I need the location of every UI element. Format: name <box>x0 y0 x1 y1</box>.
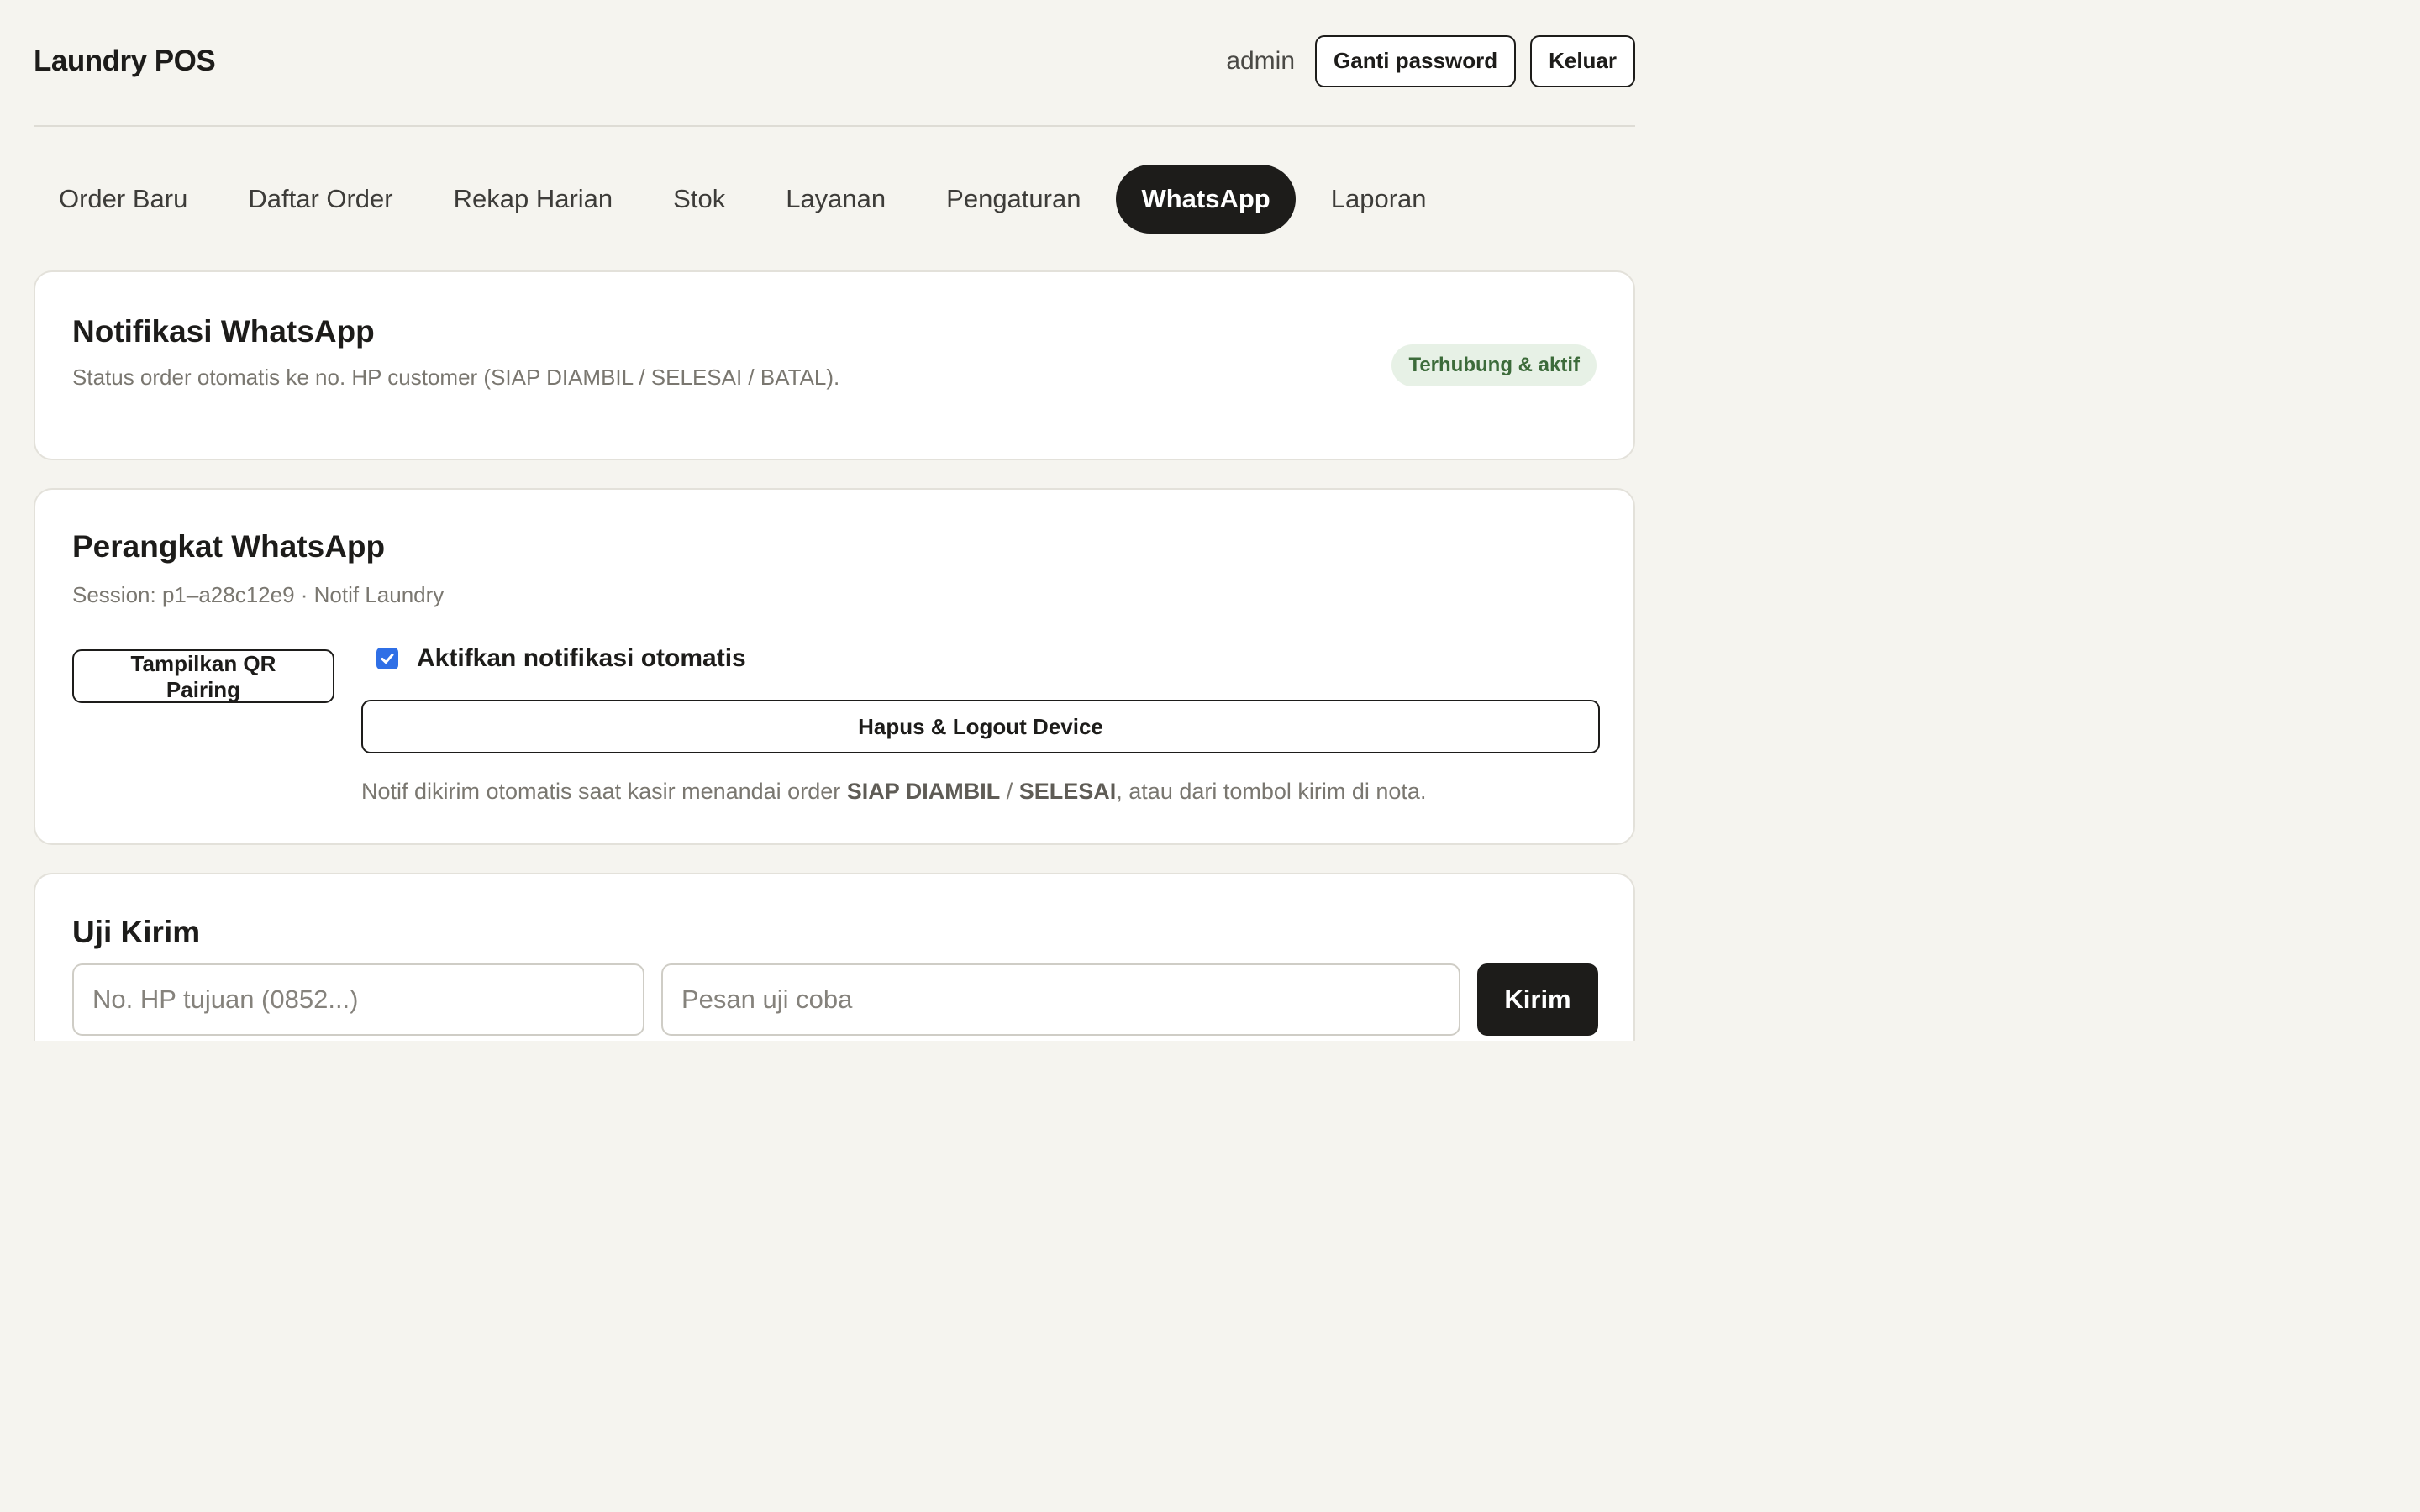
notification-card: Notifikasi WhatsApp Status order otomati… <box>34 270 1635 460</box>
test-message-input[interactable] <box>661 963 1460 1036</box>
current-user: admin <box>1226 46 1296 75</box>
header-actions: admin Ganti password Keluar <box>1226 34 1635 87</box>
tab-pengaturan[interactable]: Pengaturan <box>921 165 1106 234</box>
auto-notify-toggle-row[interactable]: Aktifkan notifikasi otomatis <box>368 644 746 673</box>
tab-stok[interactable]: Stok <box>648 165 750 234</box>
phone-number-input[interactable] <box>72 963 644 1036</box>
tab-order-baru[interactable]: Order Baru <box>34 165 213 234</box>
helper-separator: / <box>1000 779 1019 804</box>
test-send-card: Uji Kirim Kirim <box>34 873 1635 1041</box>
device-card: Perangkat WhatsApp Session: p1–a28c12e9 … <box>34 488 1635 845</box>
logout-button[interactable]: Keluar <box>1530 34 1635 87</box>
test-send-form: Kirim <box>72 963 1600 1036</box>
show-qr-pairing-button[interactable]: Tampilkan QR Pairing <box>72 649 334 703</box>
app-title: Laundry POS <box>34 44 216 77</box>
device-title: Perangkat WhatsApp <box>72 529 386 564</box>
notification-title: Notifikasi WhatsApp <box>72 314 375 349</box>
tab-daftar-order[interactable]: Daftar Order <box>223 165 418 234</box>
helper-status-done: SELESAI <box>1018 779 1117 804</box>
check-icon <box>381 654 394 664</box>
auto-notify-checkbox[interactable] <box>376 648 398 669</box>
remove-logout-device-button[interactable]: Hapus & Logout Device <box>361 700 1600 753</box>
app-container: Laundry POS admin Ganti password Keluar … <box>34 0 1635 1041</box>
tab-rekap-harian[interactable]: Rekap Harian <box>429 165 639 234</box>
test-send-title: Uji Kirim <box>72 915 201 949</box>
tab-layanan[interactable]: Layanan <box>760 165 911 234</box>
helper-prefix: Notif dikirim otomatis saat kasir menand… <box>361 779 847 804</box>
session-info: Session: p1–a28c12e9 · Notif Laundry <box>72 582 445 607</box>
send-button[interactable]: Kirim <box>1477 963 1598 1036</box>
tab-laporan[interactable]: Laporan <box>1306 165 1452 234</box>
tab-whatsapp[interactable]: WhatsApp <box>1116 165 1296 234</box>
helper-status-ready: SIAP DIAMBIL <box>846 779 1001 804</box>
helper-suffix: , atau dari tombol kirim di nota. <box>1116 779 1427 804</box>
connection-status-badge: Terhubung & aktif <box>1392 344 1597 386</box>
notification-description: Status order otomatis ke no. HP customer… <box>72 365 840 390</box>
main-nav: Order Baru Daftar Order Rekap Harian Sto… <box>34 165 1635 234</box>
top-header: Laundry POS admin Ganti password Keluar <box>34 0 1635 127</box>
change-password-button[interactable]: Ganti password <box>1315 34 1517 87</box>
auto-notify-helper-text: Notif dikirim otomatis saat kasir menand… <box>361 779 1426 805</box>
auto-notify-label: Aktifkan notifikasi otomatis <box>417 644 746 672</box>
